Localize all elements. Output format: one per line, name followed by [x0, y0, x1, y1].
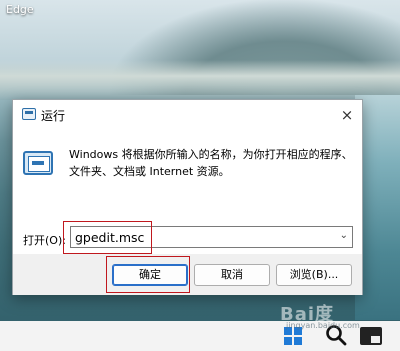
run-icon	[22, 108, 36, 120]
input-highlight-box	[63, 221, 152, 254]
chevron-down-icon[interactable]: ⌄	[340, 230, 348, 241]
run-dialog-titlebar[interactable]: 运行 ×	[13, 100, 362, 130]
ok-highlight-box	[106, 256, 190, 293]
dialog-description: Windows 将根据你所输入的名称，为你打开相应的程序、文件夹、文档或 Int…	[69, 148, 353, 178]
open-label: 打开(O):	[23, 234, 66, 247]
watermark-sub: jingyan.baidu.com	[286, 321, 360, 330]
wallpaper-shore	[0, 60, 400, 100]
dialog-title: 运行	[41, 109, 66, 123]
run-dialog-body: Windows 将根据你所输入的名称，为你打开相应的程序、文件夹、文档或 Int…	[13, 130, 362, 254]
run-dialog: 运行 × Windows 将根据你所输入的名称，为你打开相应的程序、文件夹、文档…	[12, 99, 363, 295]
desktop-icon-label-edge[interactable]: Edge	[6, 3, 34, 16]
close-icon[interactable]: ×	[335, 103, 359, 127]
cancel-button[interactable]: 取消	[194, 264, 270, 286]
run-large-icon	[23, 151, 53, 175]
run-dialog-footer: 确定 取消 浏览(B)...	[13, 254, 362, 295]
taskbar-app-icon[interactable]	[360, 327, 382, 345]
browse-button[interactable]: 浏览(B)...	[276, 264, 352, 286]
